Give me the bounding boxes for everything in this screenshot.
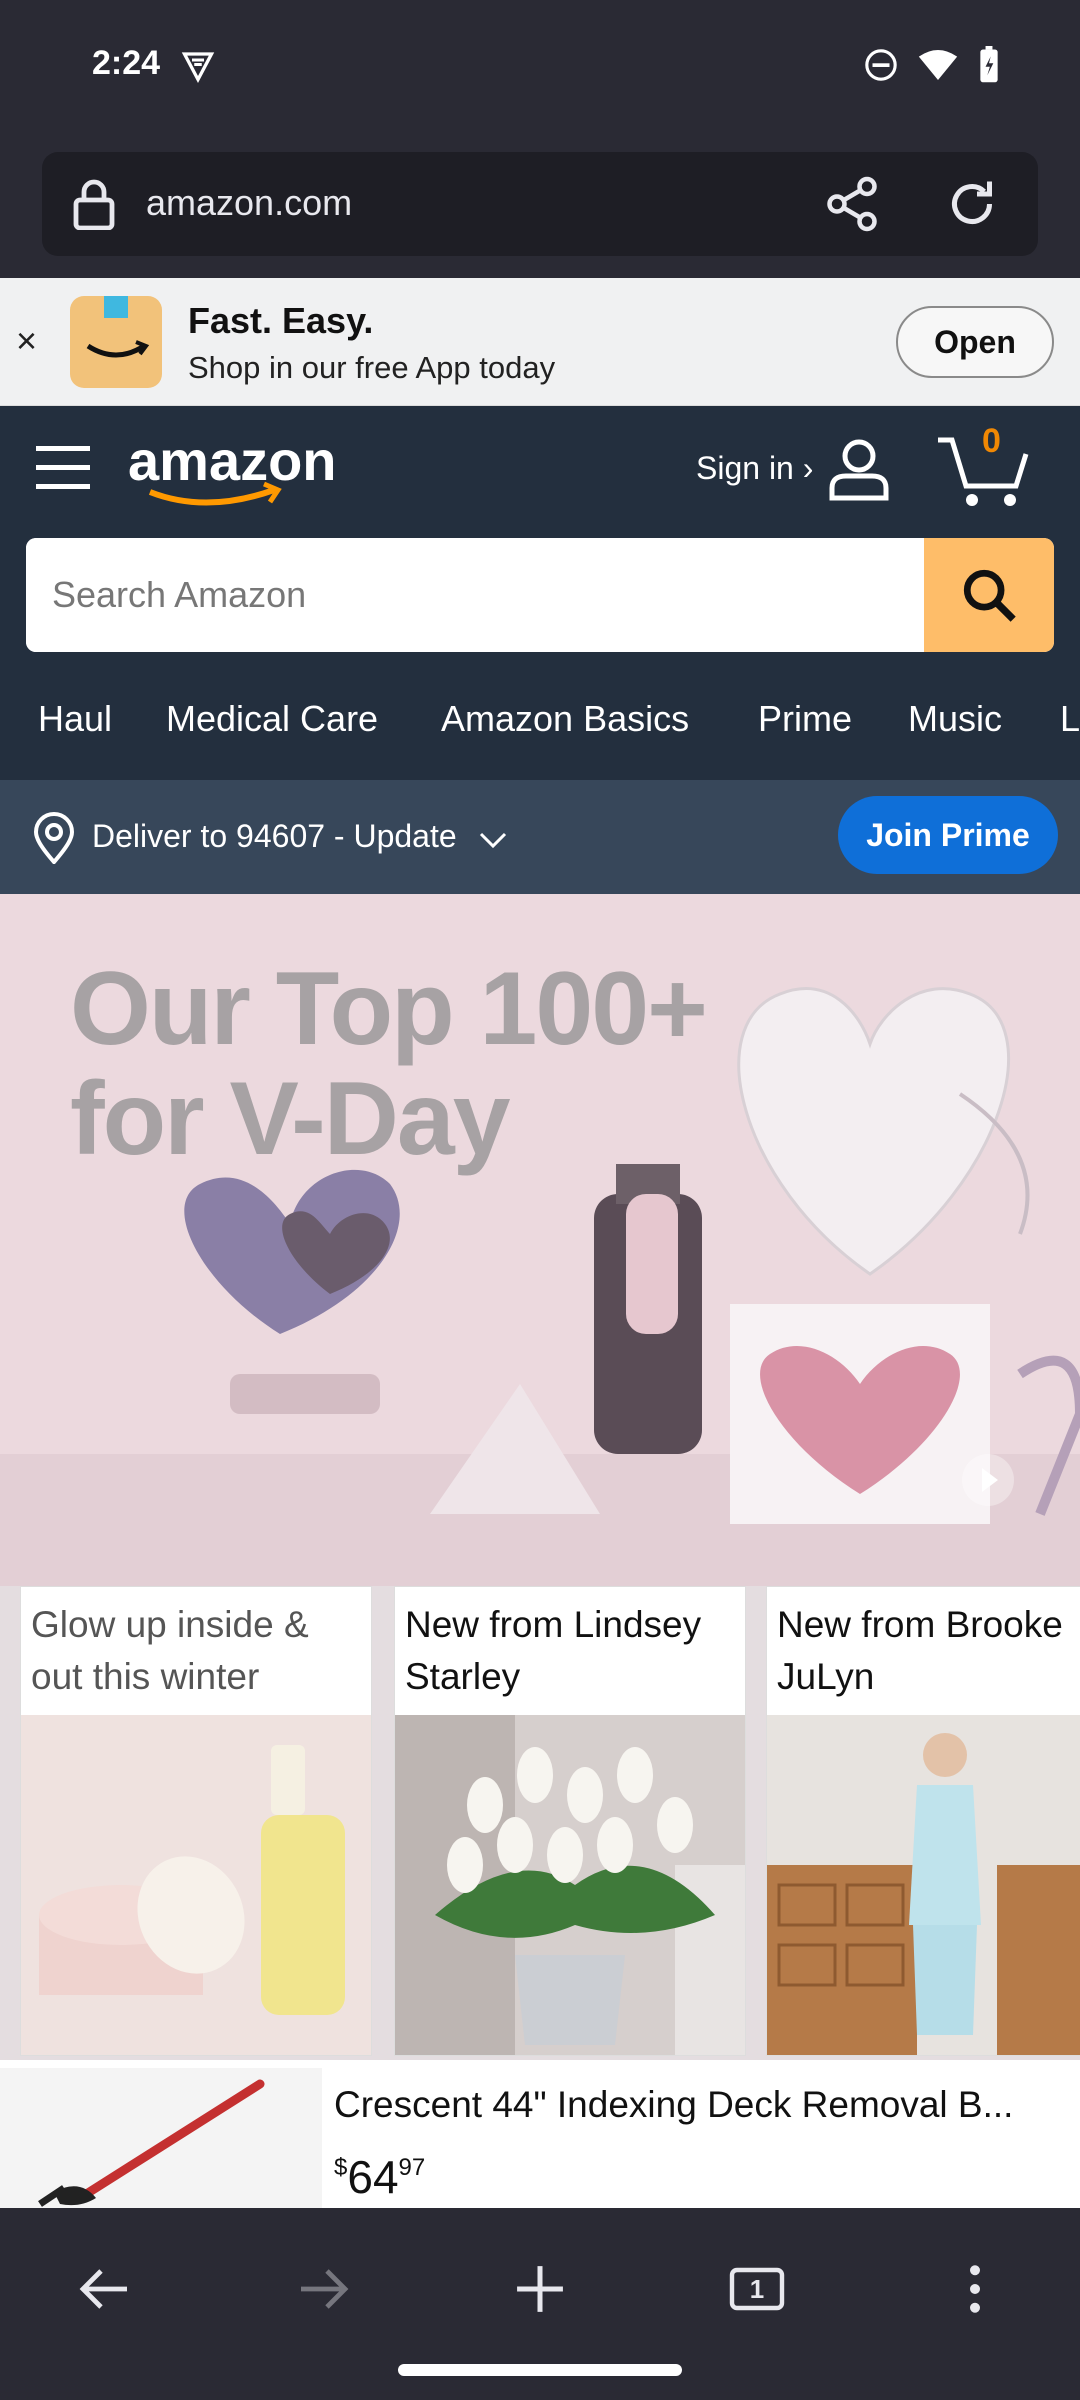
tab-count: 1 <box>749 2273 765 2304</box>
promo-card-brooke[interactable]: New from Brooke JuLyn <box>766 1586 1080 2056</box>
banner-title: Fast. Easy. <box>188 300 374 341</box>
vpn-icon <box>181 52 215 84</box>
arrow-right-icon <box>301 2269 349 2309</box>
nav-item-amazon-basics[interactable]: Amazon Basics <box>441 698 689 740</box>
search-bar <box>26 538 1054 652</box>
location-pin-icon[interactable] <box>32 812 76 864</box>
price-fraction: 97 <box>398 2154 426 2181</box>
nav-item-medical-care[interactable]: Medical Care <box>166 698 378 740</box>
dnd-icon <box>865 49 897 81</box>
promo-card-lindsey[interactable]: New from Lindsey Starley <box>394 1586 746 2056</box>
search-button[interactable] <box>924 538 1054 652</box>
back-button[interactable] <box>70 2254 140 2324</box>
forward-button[interactable] <box>288 2254 358 2324</box>
hero-title-line-1: Our Top 100+ <box>70 951 708 1067</box>
url-text[interactable]: amazon.com <box>146 182 352 224</box>
product-image <box>0 2068 322 2208</box>
price-symbol: $ <box>334 2154 348 2181</box>
hamburger-menu-icon[interactable] <box>36 442 90 494</box>
status-icons <box>864 46 1000 84</box>
nav-item-music[interactable]: Music <box>908 698 1002 740</box>
play-icon[interactable] <box>960 1452 1016 1508</box>
search-icon <box>963 569 1016 622</box>
product-title[interactable]: Crescent 44" Indexing Deck Removal B... <box>334 2084 1064 2126</box>
lock-icon <box>73 179 115 230</box>
skincare-image <box>21 1715 371 2055</box>
search-input[interactable] <box>26 538 924 652</box>
open-app-button[interactable]: Open <box>896 306 1054 378</box>
card-title: New from Brooke JuLyn <box>777 1604 1063 1697</box>
nav-item-more[interactable]: L <box>1060 698 1080 740</box>
more-options-button[interactable] <box>940 2254 1010 2324</box>
delivery-bar: Deliver to 94607 - Update Join Prime <box>0 780 1080 894</box>
hero-banner[interactable]: Our Top 100+ for V-Day <box>0 894 1080 1594</box>
promo-card-glow[interactable]: Glow up inside & out this winter <box>20 1586 372 2056</box>
svg-text:amazon: amazon <box>128 429 336 492</box>
join-prime-button[interactable]: Join Prime <box>838 796 1058 874</box>
card-title: Glow up inside & out this winter <box>31 1604 309 1697</box>
nav-item-haul[interactable]: Haul <box>38 698 112 740</box>
card-title: New from Lindsey Starley <box>405 1604 702 1697</box>
price-whole: 64 <box>347 2151 399 2203</box>
banner-subtitle: Shop in our free App today <box>188 350 556 385</box>
nav-item-prime[interactable]: Prime <box>758 698 852 740</box>
amazon-app-logo <box>70 296 162 388</box>
app-install-banner: × Fast. Easy. Shop in our free App today… <box>0 278 1080 406</box>
user-icon[interactable] <box>826 436 892 502</box>
status-bar: 2:24 <box>0 0 1080 136</box>
wifi-icon <box>918 50 958 80</box>
share-icon[interactable] <box>822 174 882 234</box>
amazon-logo[interactable]: amazon <box>126 428 336 512</box>
category-nav: Haul Medical Care Amazon Basics Prime Mu… <box>0 682 1080 762</box>
new-tab-button[interactable] <box>505 2254 575 2324</box>
tulips-image <box>395 1715 745 2055</box>
chevron-down-icon[interactable] <box>478 830 508 850</box>
fashion-image <box>767 1715 1080 2055</box>
hero-title-line-2: for V-Day <box>70 1061 511 1177</box>
status-time: 2:24 <box>92 44 161 82</box>
deliver-to-link[interactable]: Deliver to 94607 - Update <box>92 818 457 855</box>
amazon-header: amazon Sign in › 0 Haul Medical Care Ama… <box>0 406 1080 780</box>
arrow-left-icon <box>79 2269 127 2309</box>
plus-icon <box>517 2266 563 2312</box>
promo-cards: Glow up inside & out this winter New fro… <box>0 1586 1080 2060</box>
banner-close-button[interactable]: × <box>16 320 37 362</box>
product-item[interactable]: Crescent 44" Indexing Deck Removal B... … <box>0 2068 1080 2208</box>
browser-toolbar: amazon.com <box>0 136 1080 278</box>
product-price: $6497 <box>334 2150 425 2204</box>
sign-in-link[interactable]: Sign in › <box>696 450 813 487</box>
url-bar[interactable]: amazon.com <box>42 152 1038 256</box>
tabs-button[interactable]: 1 <box>722 2254 792 2324</box>
home-gesture-bar[interactable] <box>398 2364 682 2376</box>
hero-title: Our Top 100+ for V-Day <box>70 951 708 1177</box>
cart-count: 0 <box>982 422 1001 460</box>
battery-icon <box>980 46 998 83</box>
more-vert-icon <box>970 2265 980 2313</box>
reload-icon[interactable] <box>942 174 1002 234</box>
